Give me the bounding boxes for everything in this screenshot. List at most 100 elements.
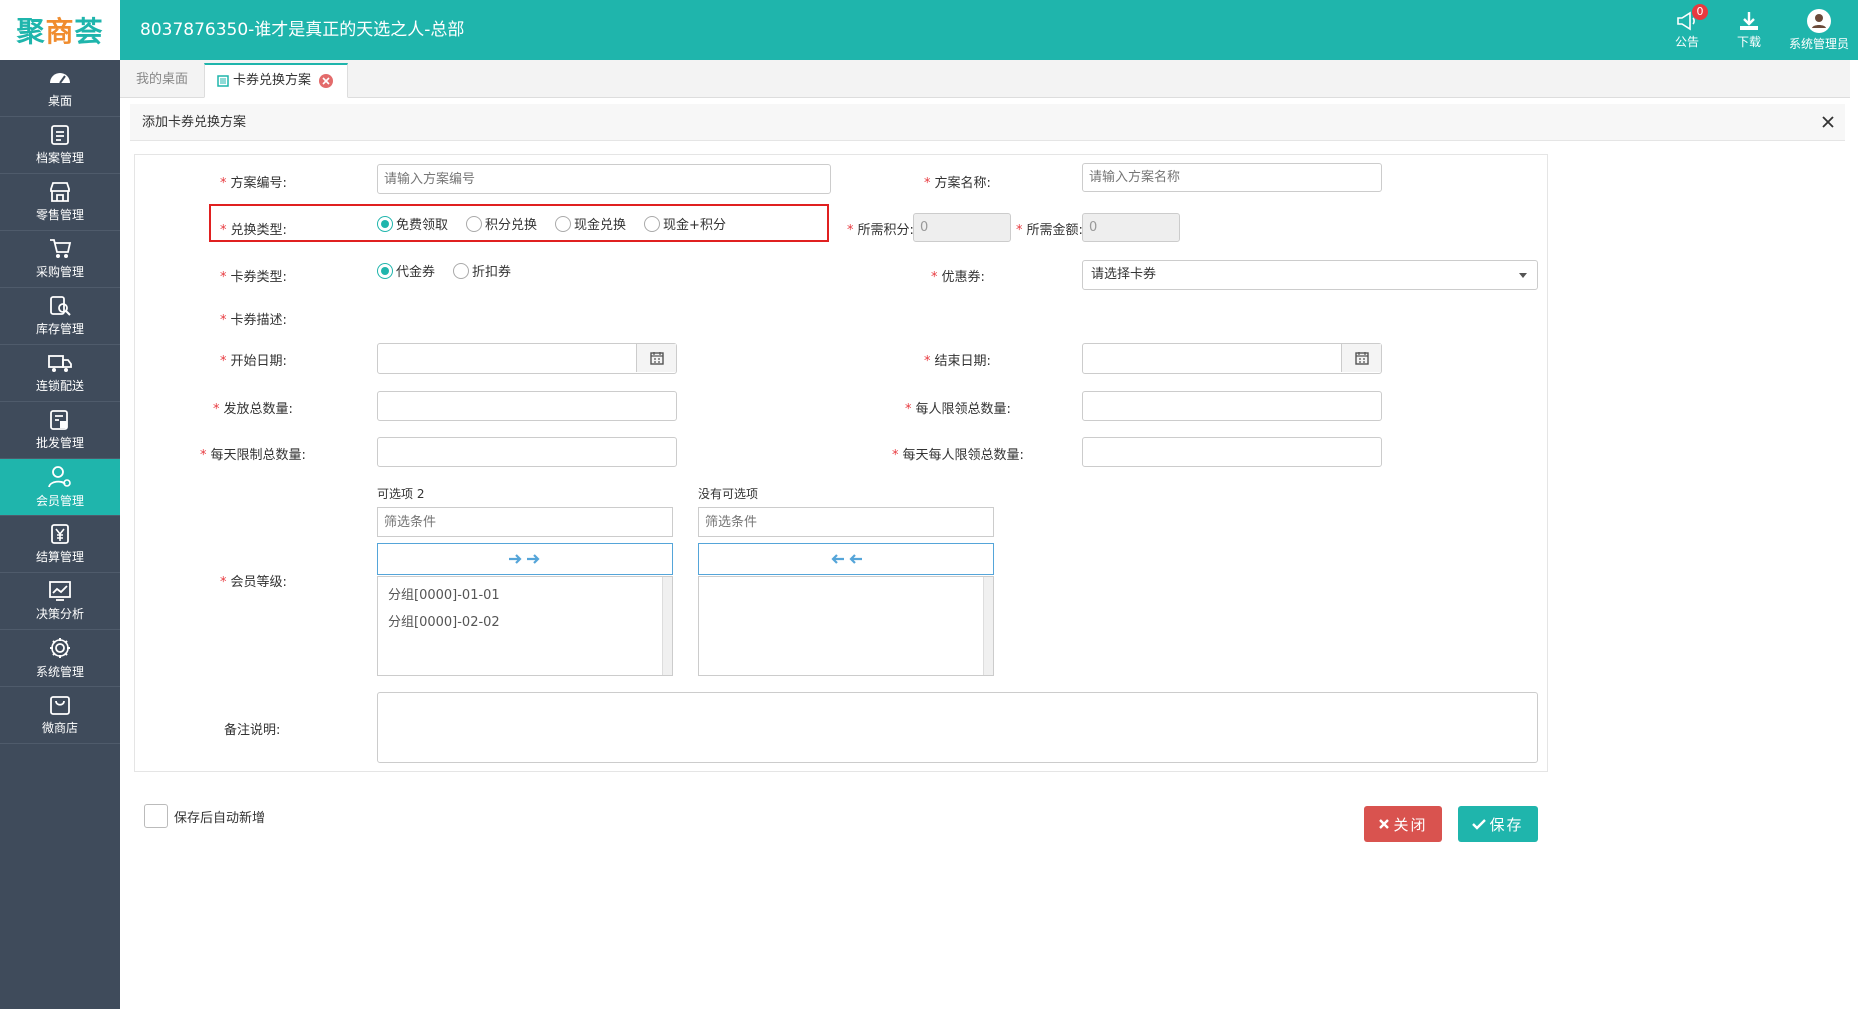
- sidebar-item-system[interactable]: 系统管理: [0, 630, 120, 687]
- scheme-no-input[interactable]: [377, 164, 831, 194]
- scheme-name-input[interactable]: [1082, 163, 1382, 192]
- wholesale-icon: [50, 410, 68, 430]
- tab-home[interactable]: 我的桌面: [124, 63, 201, 98]
- remark-label: 备注说明:: [224, 723, 281, 738]
- selected-filter-input[interactable]: [698, 507, 994, 537]
- card-type-group: 代金券 折扣券: [377, 261, 529, 280]
- exchange-option-free[interactable]: 免费领取: [377, 214, 448, 233]
- start-date-label: * 开始日期:: [220, 354, 287, 369]
- auto-add-checkbox[interactable]: [144, 804, 168, 828]
- dashboard-icon: [50, 73, 70, 84]
- daily-limit-input[interactable]: [377, 437, 677, 467]
- member-level-label: * 会员等级:: [220, 575, 287, 590]
- download-label: 下载: [1736, 34, 1761, 49]
- available-list[interactable]: 分组[0000]-01-01 分组[0000]-02-02: [377, 576, 673, 676]
- card-type-discount[interactable]: 折扣券: [453, 261, 511, 280]
- per-person-label: * 每人限领总数量:: [905, 402, 1011, 417]
- sidebar-item-purchase[interactable]: 采购管理: [0, 231, 120, 288]
- user-menu[interactable]: 系统管理员: [1780, 0, 1858, 60]
- coupon-select[interactable]: 请选择卡券: [1082, 260, 1538, 290]
- selected-list[interactable]: [698, 576, 994, 676]
- panel-header: 添加卡券兑换方案: [130, 104, 1845, 141]
- exchange-option-points[interactable]: 积分兑换: [466, 214, 537, 233]
- notice-badge: 0: [1692, 4, 1708, 20]
- exchange-type-label: * 兑换类型:: [220, 223, 287, 238]
- tab-card-exchange[interactable]: 卡券兑换方案: [204, 63, 348, 98]
- auto-add-checkbox-row[interactable]: 保存后自动新增: [144, 804, 265, 828]
- notice-label: 公告: [1674, 34, 1699, 49]
- check-icon: [1472, 819, 1487, 830]
- avatar: [1807, 8, 1831, 33]
- scheme-no-label: * 方案编号:: [220, 176, 287, 191]
- scrollbar[interactable]: [662, 577, 672, 675]
- cart-icon: [50, 239, 72, 258]
- auto-add-label: 保存后自动新增: [174, 810, 266, 826]
- end-date-label: * 结束日期:: [924, 354, 991, 369]
- tab-bar: 我的桌面 卡券兑换方案: [120, 60, 1850, 98]
- selected-title: 没有可选项: [698, 487, 759, 501]
- chevron-down-icon: [1519, 273, 1527, 278]
- sidebar-item-settlement[interactable]: 结算管理: [0, 516, 120, 573]
- truck-icon: [48, 355, 72, 372]
- start-date-input[interactable]: [377, 343, 677, 374]
- save-button[interactable]: 保存: [1458, 806, 1538, 842]
- download-icon: [1740, 11, 1758, 30]
- scrollbar[interactable]: [983, 577, 993, 675]
- close-button[interactable]: 关闭: [1364, 806, 1442, 842]
- card-type-voucher[interactable]: 代金券: [377, 261, 435, 280]
- remark-textarea[interactable]: [377, 692, 1538, 763]
- times-icon: [1379, 819, 1390, 829]
- daily-person-input[interactable]: [1082, 437, 1382, 467]
- list-item[interactable]: 分组[0000]-02-02: [378, 609, 672, 636]
- sidebar-item-distribution[interactable]: 连锁配送: [0, 345, 120, 402]
- download-button[interactable]: 下载: [1718, 0, 1780, 60]
- document-icon: [217, 75, 229, 87]
- daily-person-label: * 每天每人限领总数量:: [892, 448, 1024, 463]
- shop-bag-icon: [50, 696, 70, 715]
- panel-title: 添加卡券兑换方案: [142, 115, 247, 130]
- sidebar-item-wechat-shop[interactable]: 微商店: [0, 687, 120, 744]
- exchange-type-group: 免费领取 积分兑换 现金兑换 现金+积分: [377, 214, 744, 233]
- sidebar-item-desktop[interactable]: 桌面: [0, 60, 120, 117]
- move-all-right-button[interactable]: [377, 543, 673, 575]
- sidebar-item-archive[interactable]: 档案管理: [0, 117, 120, 174]
- calendar-icon[interactable]: [1341, 344, 1381, 372]
- per-person-input[interactable]: [1082, 391, 1382, 421]
- available-filter-input[interactable]: [377, 507, 673, 537]
- sidebar-item-analysis[interactable]: 决策分析: [0, 573, 120, 630]
- card-desc-label: * 卡券描述:: [220, 313, 287, 328]
- exchange-option-cash[interactable]: 现金兑换: [555, 214, 626, 233]
- app-title: 8037876350-谁才是真正的天选之人-总部: [140, 20, 465, 40]
- gear-icon: [50, 638, 70, 658]
- user-label: 系统管理员: [1788, 36, 1849, 51]
- card-type-label: * 卡券类型:: [220, 270, 287, 285]
- notice-button[interactable]: 0 公告: [1656, 0, 1718, 60]
- daily-limit-label: * 每天限制总数量:: [200, 448, 306, 463]
- amount-input[interactable]: 0: [1082, 213, 1180, 242]
- calendar-icon[interactable]: [636, 344, 676, 372]
- exchange-option-cash-points[interactable]: 现金+积分: [644, 214, 726, 233]
- sidebar: 桌面 档案管理 零售管理 采购管理 库存管理 连锁配送 批发管理 会员管理 结算…: [0, 60, 120, 1009]
- sidebar-item-inventory[interactable]: 库存管理: [0, 288, 120, 345]
- tab-close-icon[interactable]: [319, 74, 334, 88]
- move-all-left-button[interactable]: [698, 543, 994, 575]
- end-date-input[interactable]: [1082, 343, 1382, 374]
- yuan-icon: [51, 524, 69, 544]
- sidebar-item-member[interactable]: 会员管理: [0, 459, 120, 516]
- list-item[interactable]: 分组[0000]-01-01: [378, 582, 672, 609]
- sidebar-item-retail[interactable]: 零售管理: [0, 174, 120, 231]
- points-label: * 所需积分:: [847, 223, 914, 238]
- user-icon: [1812, 13, 1826, 28]
- inventory-search-icon: [50, 296, 71, 316]
- amount-label: * 所需金额:: [1016, 223, 1083, 238]
- member-icon: [48, 466, 71, 488]
- store-icon: [50, 182, 70, 202]
- top-header: 聚商荟 8037876350-谁才是真正的天选之人-总部 0 公告 下载 系统管…: [0, 0, 1858, 60]
- scheme-name-label: * 方案名称:: [924, 176, 991, 191]
- total-qty-input[interactable]: [377, 391, 677, 421]
- archive-icon: [51, 125, 69, 145]
- total-qty-label: * 发放总数量:: [213, 402, 293, 417]
- points-input[interactable]: 0: [913, 213, 1011, 242]
- close-icon[interactable]: [1819, 113, 1837, 131]
- sidebar-item-wholesale[interactable]: 批发管理: [0, 402, 120, 459]
